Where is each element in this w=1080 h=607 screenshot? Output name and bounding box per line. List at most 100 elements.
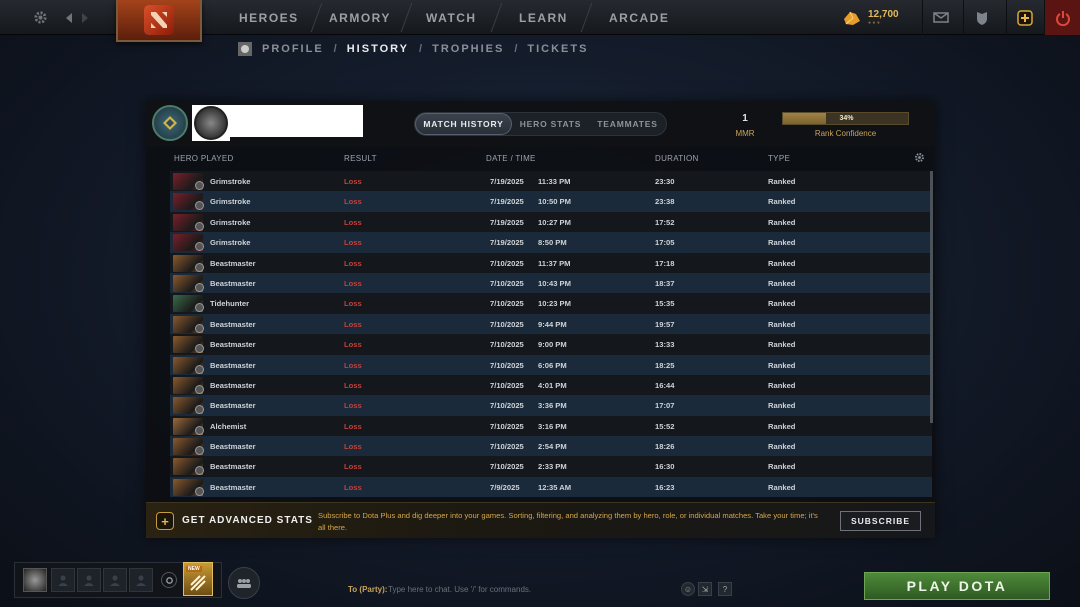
match-type: Ranked [768, 197, 796, 207]
table-row[interactable]: Beastmaster Loss 7/10/2025 4:01 PM 16:44 Rank… [170, 374, 932, 396]
back-arrow-icon[interactable] [62, 0, 76, 35]
subnav-history[interactable]: HISTORY [347, 43, 409, 55]
player-avatar[interactable] [192, 105, 230, 141]
rank-confidence-bar: 34% [782, 112, 909, 125]
match-time: 11:37 PM [538, 258, 571, 268]
match-result: Loss [344, 278, 362, 288]
power-button[interactable] [1044, 0, 1080, 35]
chat-popout-icon[interactable]: ⇲ [698, 582, 712, 596]
rank-medal-icon[interactable] [152, 105, 188, 141]
table-row[interactable]: Beastmaster Loss 7/10/2025 3:36 PM 17:07 Rank… [170, 395, 932, 416]
nav-armory[interactable]: ARMORY [329, 0, 391, 35]
match-result: Loss [344, 177, 362, 186]
nav-heroes[interactable]: HEROES [239, 0, 299, 35]
match-time: 3:36 PM [538, 401, 567, 411]
friends-icon [237, 579, 251, 588]
party-slot-empty[interactable] [129, 568, 153, 592]
gear-icon[interactable] [28, 0, 52, 35]
nav-arcade[interactable]: ARCADE [609, 0, 669, 35]
match-date: 7/10/2025 [490, 401, 524, 411]
header-type[interactable]: TYPE [768, 154, 790, 163]
forward-arrow-icon[interactable] [78, 0, 92, 35]
tab-teammates[interactable]: TEAMMATES [589, 113, 666, 135]
dota-logo-button[interactable] [116, 0, 202, 42]
party-settings-icon[interactable] [161, 572, 177, 588]
header-duration[interactable]: DURATION [655, 154, 699, 163]
person-icon [110, 575, 120, 586]
table-row[interactable]: Beastmaster Loss 7/10/2025 10:43 PM 18:37 Ran… [170, 272, 932, 294]
tab-match-history[interactable]: MATCH HISTORY [415, 113, 512, 135]
mmr-label: MMR [735, 129, 755, 138]
match-duration: 23:30 [655, 177, 675, 186]
table-row[interactable]: Beastmaster Loss 7/10/2025 11:37 PM 17:18 Ran… [170, 252, 932, 273]
match-type: Ranked [768, 442, 796, 452]
shards-currency[interactable]: 12,700 ● ● ● [842, 0, 899, 35]
match-result: Loss [344, 197, 362, 207]
chat-input[interactable]: Type here to chat. Use '/' for commands. [388, 585, 531, 594]
header-result[interactable]: RESULT [344, 154, 377, 163]
subnav-separator: / [419, 43, 423, 55]
dota-plus-button[interactable] [1006, 0, 1042, 35]
nav-watch[interactable]: WATCH [426, 0, 477, 35]
match-type: Ranked [768, 299, 796, 309]
table-row[interactable]: Beastmaster Loss 7/9/2025 12:35 AM 16:23 Rank… [170, 476, 932, 498]
shield-icon [976, 11, 987, 25]
party-slot-self[interactable] [23, 568, 47, 592]
armory-shop-button[interactable] [963, 0, 999, 35]
match-type: Ranked [768, 482, 796, 492]
hero-name: Beastmaster [210, 401, 256, 411]
friends-button[interactable] [228, 567, 260, 599]
nav-learn[interactable]: LEARN [519, 0, 568, 35]
header-date-time[interactable]: DATE / TIME [486, 154, 536, 163]
new-feature-button[interactable]: NEW [183, 562, 213, 596]
hero-name: Grimstroke [210, 238, 251, 248]
new-tag: NEW [186, 566, 202, 572]
match-result: Loss [344, 401, 362, 411]
header-hero-played[interactable]: HERO PLAYED [174, 154, 234, 163]
table-row[interactable]: Beastmaster Loss 7/10/2025 2:54 PM 18:26 Rank… [170, 436, 932, 457]
inbox-button[interactable] [922, 0, 958, 35]
subnav-separator: / [514, 43, 518, 55]
subnav-trophies[interactable]: TROPHIES [432, 43, 504, 55]
match-list-scrollbar[interactable] [930, 171, 933, 423]
table-row[interactable]: Tidehunter Loss 7/10/2025 10:23 PM 15:35 Rank… [170, 293, 932, 314]
emoji-icon[interactable]: ☺ [681, 582, 695, 596]
match-duration: 16:23 [655, 482, 675, 492]
party-slot-empty[interactable] [51, 568, 75, 592]
subscribe-button[interactable]: SUBSCRIBE [840, 511, 921, 531]
dota-plus-icon [1016, 9, 1033, 26]
match-date: 7/10/2025 [490, 360, 524, 370]
table-row[interactable]: Grimstroke Loss 7/19/2025 11:33 PM 23:30 Rank… [170, 171, 932, 192]
match-result: Loss [344, 238, 362, 248]
table-row[interactable]: Grimstroke Loss 7/19/2025 10:27 PM 17:52 Rank… [170, 211, 932, 233]
column-settings-gear-icon[interactable] [914, 152, 925, 166]
subnav-separator: / [333, 43, 337, 55]
hero-name: Beastmaster [210, 442, 256, 452]
table-row[interactable]: Beastmaster Loss 7/10/2025 2:33 PM 16:30 Rank… [170, 456, 932, 477]
play-dota-button[interactable]: PLAY DOTA [864, 572, 1050, 600]
chat-help-button[interactable]: ? [718, 582, 732, 596]
table-row[interactable]: Grimstroke Loss 7/19/2025 10:50 PM 23:38 Rank… [170, 191, 932, 212]
dota-logo-icon [144, 5, 174, 35]
match-time: 10:23 PM [538, 299, 571, 309]
table-row[interactable]: Beastmaster Loss 7/10/2025 9:00 PM 13:33 Rank… [170, 334, 932, 355]
table-row[interactable]: Beastmaster Loss 7/10/2025 9:44 PM 19:57 Rank… [170, 313, 932, 335]
table-row[interactable]: Grimstroke Loss 7/19/2025 8:50 PM 17:05 Ranke… [170, 232, 932, 253]
match-date: 7/10/2025 [490, 340, 524, 350]
role-badge-icon [195, 323, 204, 333]
subnav-tickets[interactable]: TICKETS [527, 43, 588, 55]
table-row[interactable]: Beastmaster Loss 7/10/2025 6:06 PM 18:25 Rank… [170, 354, 932, 375]
subnav-profile[interactable]: PROFILE [262, 43, 324, 55]
match-date: 7/19/2025 [490, 238, 524, 248]
match-duration: 19:57 [655, 319, 675, 329]
party-slot-empty[interactable] [103, 568, 127, 592]
tab-hero-stats[interactable]: HERO STATS [512, 113, 589, 135]
match-date: 7/10/2025 [490, 299, 524, 309]
match-duration: 15:52 [655, 421, 675, 431]
hero-name: Beastmaster [210, 380, 256, 390]
table-row[interactable]: Alchemist Loss 7/10/2025 3:16 PM 15:52 Ranked [170, 415, 932, 437]
nav-separator [490, 3, 503, 32]
party-slot-empty[interactable] [77, 568, 101, 592]
hero-name: Grimstroke [210, 197, 251, 207]
person-icon [58, 575, 68, 586]
